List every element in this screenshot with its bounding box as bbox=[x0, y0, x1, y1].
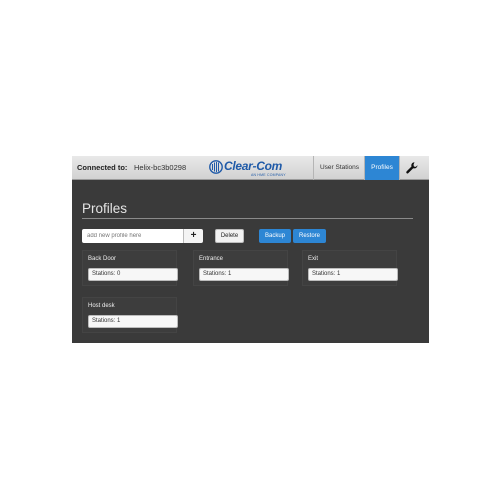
profile-card[interactable]: Entrance Stations: 1 bbox=[193, 250, 289, 286]
profile-name: Exit bbox=[308, 256, 319, 262]
tab-user-stations[interactable]: User Stations bbox=[314, 156, 365, 180]
profile-card[interactable]: Back Door Stations: 0 bbox=[82, 250, 178, 286]
new-profile-input[interactable] bbox=[82, 229, 183, 243]
add-profile-button[interactable]: + bbox=[183, 229, 203, 243]
connected-label: Connected to: bbox=[77, 163, 128, 172]
profile-stations: Stations: 1 bbox=[199, 268, 289, 281]
profile-stations: Stations: 0 bbox=[88, 268, 178, 281]
top-bar: Connected to: Helix-bc3b0298 Clear-Com A… bbox=[72, 156, 429, 180]
logo-subtitle: AN HME COMPANY bbox=[251, 173, 286, 177]
profile-stations: Stations: 1 bbox=[88, 315, 178, 328]
clear-com-logo: Clear-Com AN HME COMPANY bbox=[209, 158, 299, 178]
profile-name: Back Door bbox=[88, 256, 117, 262]
app-window: Connected to: Helix-bc3b0298 Clear-Com A… bbox=[72, 156, 429, 343]
profile-name: Host desk bbox=[88, 303, 115, 309]
logo-mark-icon bbox=[209, 160, 223, 174]
profile-card[interactable]: Host desk Stations: 1 bbox=[82, 297, 178, 333]
plus-icon: + bbox=[190, 230, 197, 241]
profile-card[interactable]: Exit Stations: 1 bbox=[302, 250, 398, 286]
profile-stations: Stations: 1 bbox=[308, 268, 398, 281]
nav-divider bbox=[399, 156, 400, 180]
tab-profiles[interactable]: Profiles bbox=[365, 156, 399, 180]
wrench-icon[interactable] bbox=[405, 161, 419, 175]
logo-text: Clear-Com bbox=[224, 159, 282, 173]
restore-button[interactable]: Restore bbox=[293, 229, 326, 243]
title-divider bbox=[82, 218, 413, 219]
connected-device: Helix-bc3b0298 bbox=[134, 163, 187, 172]
profile-name: Entrance bbox=[199, 256, 224, 262]
page-title: Profiles bbox=[82, 201, 128, 216]
delete-button[interactable]: Delete bbox=[215, 229, 244, 243]
backup-button[interactable]: Backup bbox=[259, 229, 291, 243]
